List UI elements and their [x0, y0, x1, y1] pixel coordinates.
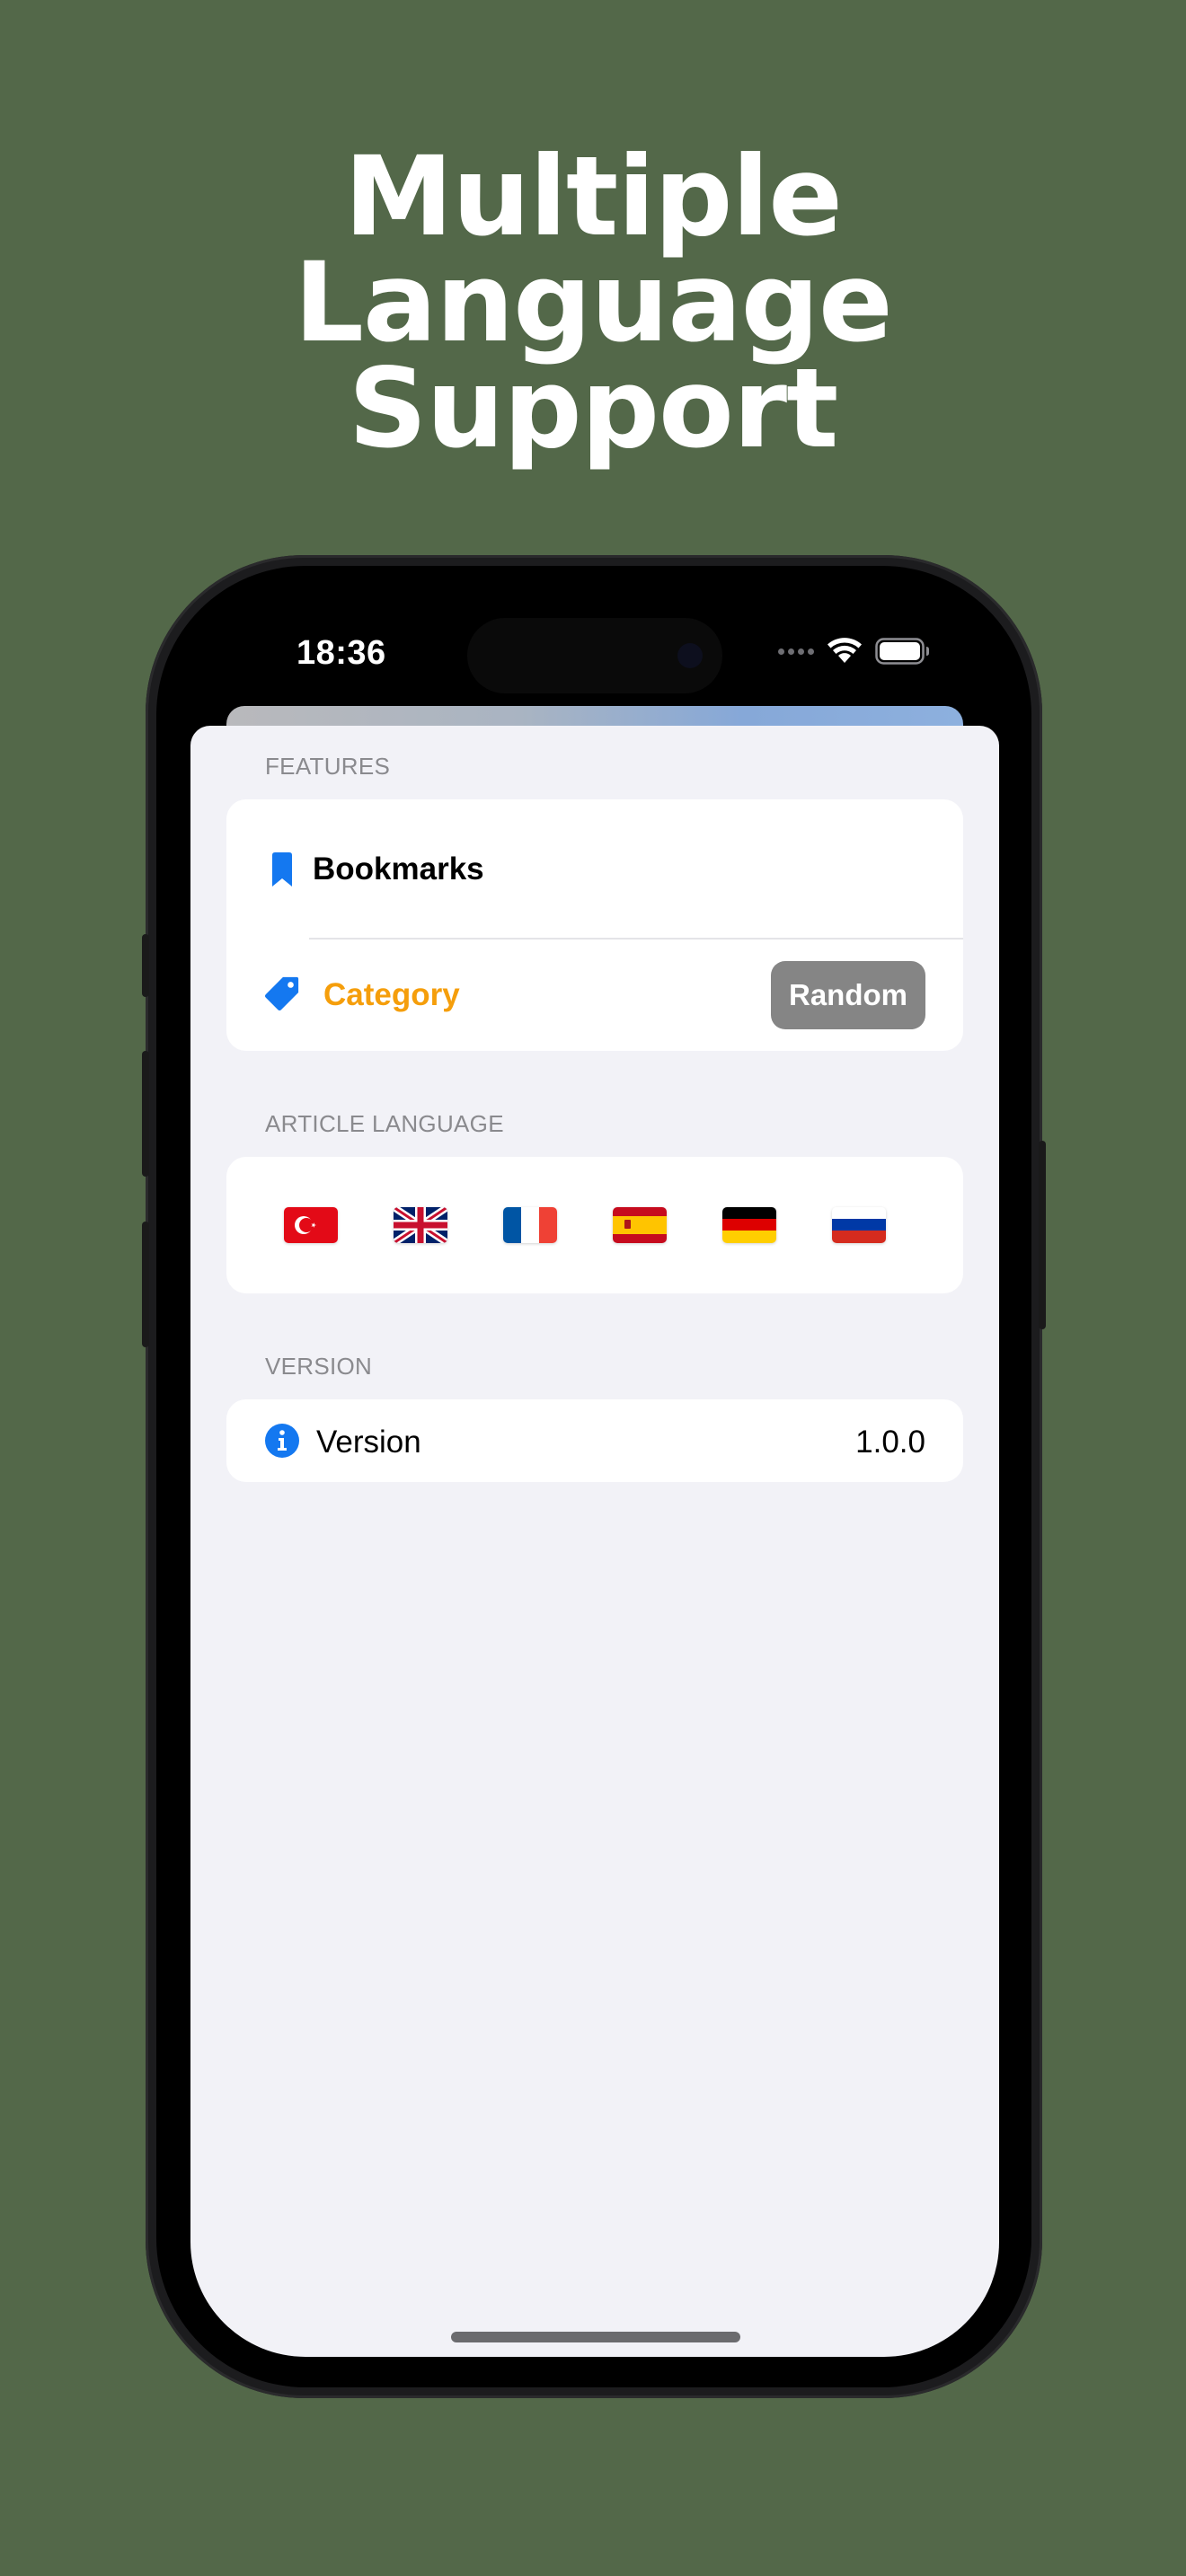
- france-flag-icon[interactable]: [503, 1207, 557, 1243]
- bookmark-icon: [264, 851, 300, 887]
- category-row[interactable]: Category Random: [226, 940, 963, 1051]
- headline-line-3: Support: [348, 345, 839, 472]
- settings-sheet: FEATURES Bookmarks Category Random ARTIC…: [190, 726, 999, 2357]
- germany-flag-icon[interactable]: [722, 1207, 776, 1243]
- category-label: Category: [323, 977, 460, 1012]
- status-bar: 18:36: [190, 598, 999, 715]
- random-button[interactable]: Random: [771, 961, 925, 1029]
- headline: Multiple Language Support: [0, 133, 1186, 472]
- phone-power-button: [1039, 1141, 1046, 1329]
- version-card: Version 1.0.0: [226, 1399, 963, 1482]
- phone-volume-down-button: [142, 1222, 149, 1347]
- features-card: Bookmarks Category Random: [226, 799, 963, 1051]
- tag-icon: [264, 975, 300, 1011]
- wifi-icon: [828, 638, 862, 663]
- battery-icon: [875, 638, 929, 665]
- article-language-card: [226, 1157, 963, 1293]
- info-icon: [264, 1423, 300, 1459]
- spain-flag-icon[interactable]: [613, 1207, 667, 1243]
- headline-line-1: Multiple: [343, 133, 843, 260]
- phone-action-button: [142, 934, 149, 997]
- phone-screen: 18:36 FEATURES Bookmarks Category Random…: [190, 598, 999, 2357]
- home-indicator[interactable]: [451, 2332, 740, 2342]
- cellular-signal-icon: [778, 648, 814, 655]
- version-label: Version: [316, 1425, 421, 1460]
- language-flags: [226, 1157, 963, 1293]
- version-row: Version 1.0.0: [226, 1399, 963, 1482]
- russia-flag-icon[interactable]: [832, 1207, 886, 1243]
- bookmarks-label: Bookmarks: [313, 851, 484, 887]
- version-header: VERSION: [265, 1353, 373, 1380]
- turkey-flag-icon[interactable]: [284, 1207, 338, 1243]
- headline-line-2: Language: [294, 239, 893, 366]
- version-value: 1.0.0: [855, 1425, 925, 1460]
- phone-volume-up-button: [142, 1051, 149, 1177]
- dynamic-island: [467, 618, 722, 693]
- features-header: FEATURES: [265, 753, 391, 780]
- article-language-header: ARTICLE LANGUAGE: [265, 1110, 504, 1137]
- bookmarks-row[interactable]: Bookmarks: [226, 799, 963, 940]
- status-icons: [778, 638, 931, 665]
- front-camera: [677, 643, 703, 668]
- uk-flag-icon[interactable]: [394, 1207, 447, 1243]
- status-time: 18:36: [296, 634, 386, 672]
